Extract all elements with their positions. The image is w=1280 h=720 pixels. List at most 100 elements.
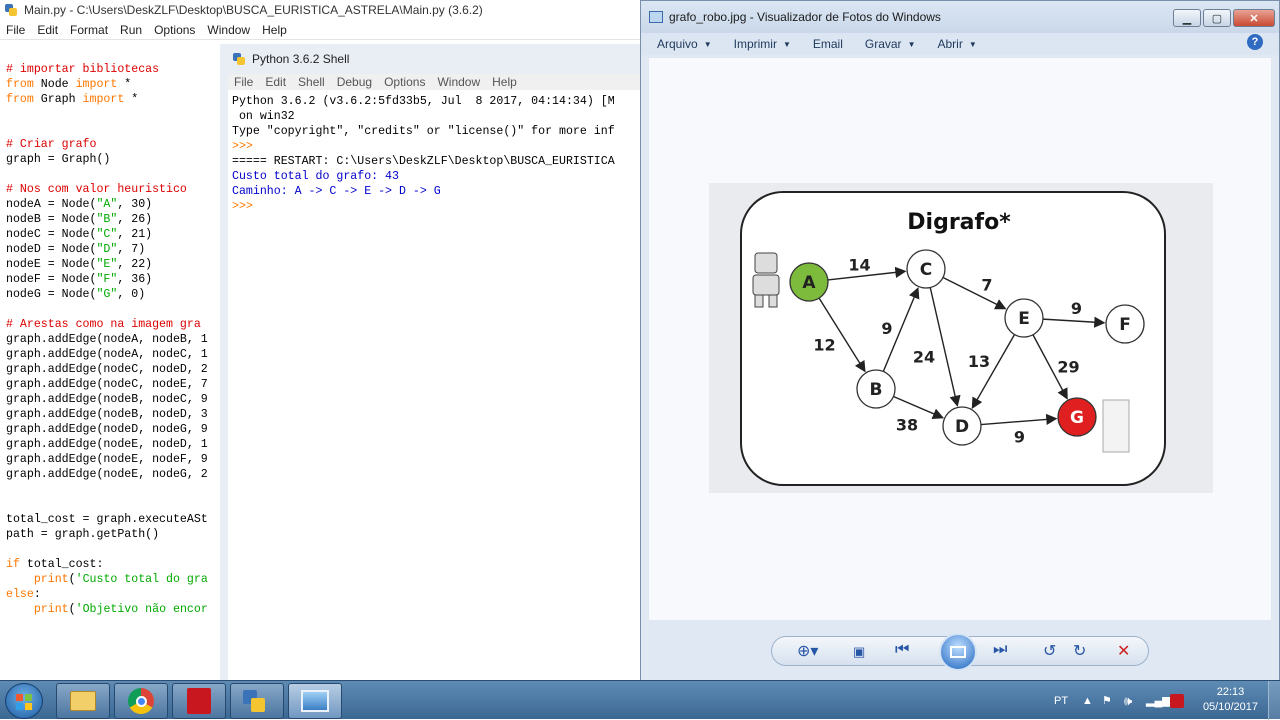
zoom-icon[interactable]: ⊕▾ xyxy=(797,641,818,661)
code-token: graph.addEdge(nodeE, nodeF, 9 xyxy=(6,453,208,466)
edge-weight-label: 9 xyxy=(881,319,892,338)
previous-icon[interactable]: ⏮ xyxy=(895,641,909,659)
acrobat-tray-box xyxy=(1170,693,1184,708)
rotate-left-icon[interactable]: ↺ xyxy=(1043,641,1056,661)
diagram-title: Digrafo* xyxy=(907,210,1011,235)
menu-help[interactable]: Help xyxy=(262,23,287,37)
toolbar-label: Imprimir xyxy=(733,37,777,51)
help-icon[interactable]: ? xyxy=(1247,34,1263,50)
code-token: , 30) xyxy=(117,198,153,211)
code-token: , 21) xyxy=(117,228,153,241)
chevron-down-icon: ▼ xyxy=(782,39,791,49)
menu-edit[interactable]: Edit xyxy=(37,23,58,37)
windows-logo-part xyxy=(16,703,23,710)
code-token: ( xyxy=(68,603,76,616)
node-label: A xyxy=(802,273,816,293)
maximize-button[interactable]: ▢ xyxy=(1203,9,1231,27)
code-token: print xyxy=(33,603,69,616)
rotate-right-icon[interactable]: ↻ xyxy=(1073,641,1086,661)
shell-menubar: File Edit Shell Debug Options Window Hel… xyxy=(228,74,642,90)
clock-date: 05/10/2017 xyxy=(1202,701,1258,713)
network-signal-icon[interactable]: ▂▄▆ xyxy=(1146,681,1171,720)
toolbar-label: Abrir xyxy=(937,37,963,51)
code-token: graph.addEdge(nodeB, nodeD, 3 xyxy=(6,408,208,421)
menu-window[interactable]: Window xyxy=(207,23,250,37)
toolbar-abrir[interactable]: Abrir ▼ xyxy=(937,37,976,51)
fit-window-icon[interactable]: ▣ xyxy=(853,644,865,660)
code-token: "E" xyxy=(96,258,118,271)
code-line: path = graph.getPath() xyxy=(6,527,220,542)
code-line: graph.addEdge(nodeA, nodeC, 1 xyxy=(6,347,220,362)
shell-title: Python 3.6.2 Shell xyxy=(252,52,350,66)
edge-weight-label: 29 xyxy=(1057,358,1079,377)
minimize-button[interactable]: ▁ xyxy=(1173,9,1201,27)
code-editor[interactable]: # importar bibliotecas from Node import *… xyxy=(6,62,220,617)
shell-line: Type "copyright", "credits" or "license(… xyxy=(232,125,615,138)
code-token: nodeC = Node( xyxy=(6,228,97,241)
node-label: G xyxy=(1070,408,1084,428)
shell-output[interactable]: Python 3.6.2 (v3.6.2:5fd33b5, Jul 8 2017… xyxy=(232,94,642,214)
slideshow-button[interactable] xyxy=(939,633,977,671)
code-token: , 7) xyxy=(117,243,146,256)
taskbar-python[interactable] xyxy=(230,683,284,719)
taskbar-photo-viewer[interactable] xyxy=(288,683,342,719)
system-clock[interactable]: 22:13 05/10/2017 xyxy=(1203,685,1258,715)
shell-menu-debug[interactable]: Debug xyxy=(337,75,372,89)
shell-menu-shell[interactable]: Shell xyxy=(298,75,325,89)
show-desktop-button[interactable] xyxy=(1268,681,1280,720)
shell-menu-options[interactable]: Options xyxy=(384,75,425,89)
code-token: # importar bibliotecas xyxy=(6,63,160,76)
start-button[interactable] xyxy=(5,683,43,719)
code-token: import xyxy=(82,93,125,106)
code-token: # Criar grafo xyxy=(6,138,97,151)
taskbar-explorer[interactable] xyxy=(56,683,110,719)
taskbar-pdf-reader[interactable] xyxy=(172,683,226,719)
menu-options[interactable]: Options xyxy=(154,23,195,37)
shell-menu-file[interactable]: File xyxy=(234,75,253,89)
code-line: if total_cost: xyxy=(6,557,220,572)
toolbar-imprimir[interactable]: Imprimir ▼ xyxy=(734,37,791,51)
language-indicator[interactable]: PT xyxy=(1054,681,1068,720)
toolbar-label: Gravar xyxy=(864,37,902,51)
shell-menu-help[interactable]: Help xyxy=(492,75,517,89)
menu-format[interactable]: Format xyxy=(70,23,108,37)
toolbar-gravar[interactable]: Gravar ▼ xyxy=(865,37,916,51)
menu-file[interactable]: File xyxy=(6,23,25,37)
code-line: nodeD = Node("D", 7) xyxy=(6,242,220,257)
editor-titlebar[interactable]: Main.py - C:\Users\DeskZLF\Desktop\BUSCA… xyxy=(0,0,640,20)
menu-run[interactable]: Run xyxy=(120,23,142,37)
acrobat-tray-icon[interactable] xyxy=(1170,681,1184,720)
action-center-flag-icon[interactable]: ⚑ xyxy=(1102,681,1112,720)
taskbar-chrome[interactable] xyxy=(114,683,168,719)
code-line: graph.addEdge(nodeC, nodeE, 7 xyxy=(6,377,220,392)
viewer-controls: ⊕▾ ▣ ⏮ ⏭ ↺ ↻ ✕ xyxy=(641,621,1279,683)
pdf-icon xyxy=(187,688,211,714)
image-canvas[interactable]: Digrafo* 14 12 9 38 7 24 9 13 29 9 A B C D E F G xyxy=(649,58,1271,620)
code-token: else xyxy=(6,588,34,601)
code-line: print('Objetivo não encor xyxy=(6,602,220,617)
code-token: Graph xyxy=(33,93,83,106)
code-token: , 22) xyxy=(117,258,153,271)
code-line: # importar bibliotecas xyxy=(6,62,220,77)
code-token: total_cost = graph.executeASt xyxy=(6,513,208,526)
folder-icon xyxy=(70,691,96,711)
next-icon[interactable]: ⏭ xyxy=(993,641,1007,659)
delete-icon[interactable]: ✕ xyxy=(1117,641,1130,661)
code-line: graph = Graph() xyxy=(6,152,220,167)
viewer-titlebar[interactable]: grafo_robo.jpg - Visualizador de Fotos d… xyxy=(641,1,1279,33)
shell-menu-edit[interactable]: Edit xyxy=(265,75,286,89)
show-hidden-icons[interactable]: ▲ xyxy=(1082,681,1093,720)
volume-icon[interactable]: 🕪 xyxy=(1124,681,1132,720)
code-token: , 26) xyxy=(117,213,153,226)
shell-titlebar[interactable]: Python 3.6.2 Shell xyxy=(228,44,642,74)
toolbar-email[interactable]: Email xyxy=(813,37,843,51)
toolbar-arquivo[interactable]: Arquivo ▼ xyxy=(657,37,712,51)
code-token: graph.addEdge(nodeC, nodeE, 7 xyxy=(6,378,208,391)
edge-weight-label: 9 xyxy=(1014,428,1025,447)
close-button[interactable]: ✕ xyxy=(1233,9,1275,27)
shell-menu-window[interactable]: Window xyxy=(437,75,480,89)
code-token: # Nos com valor heuristico xyxy=(6,183,187,196)
